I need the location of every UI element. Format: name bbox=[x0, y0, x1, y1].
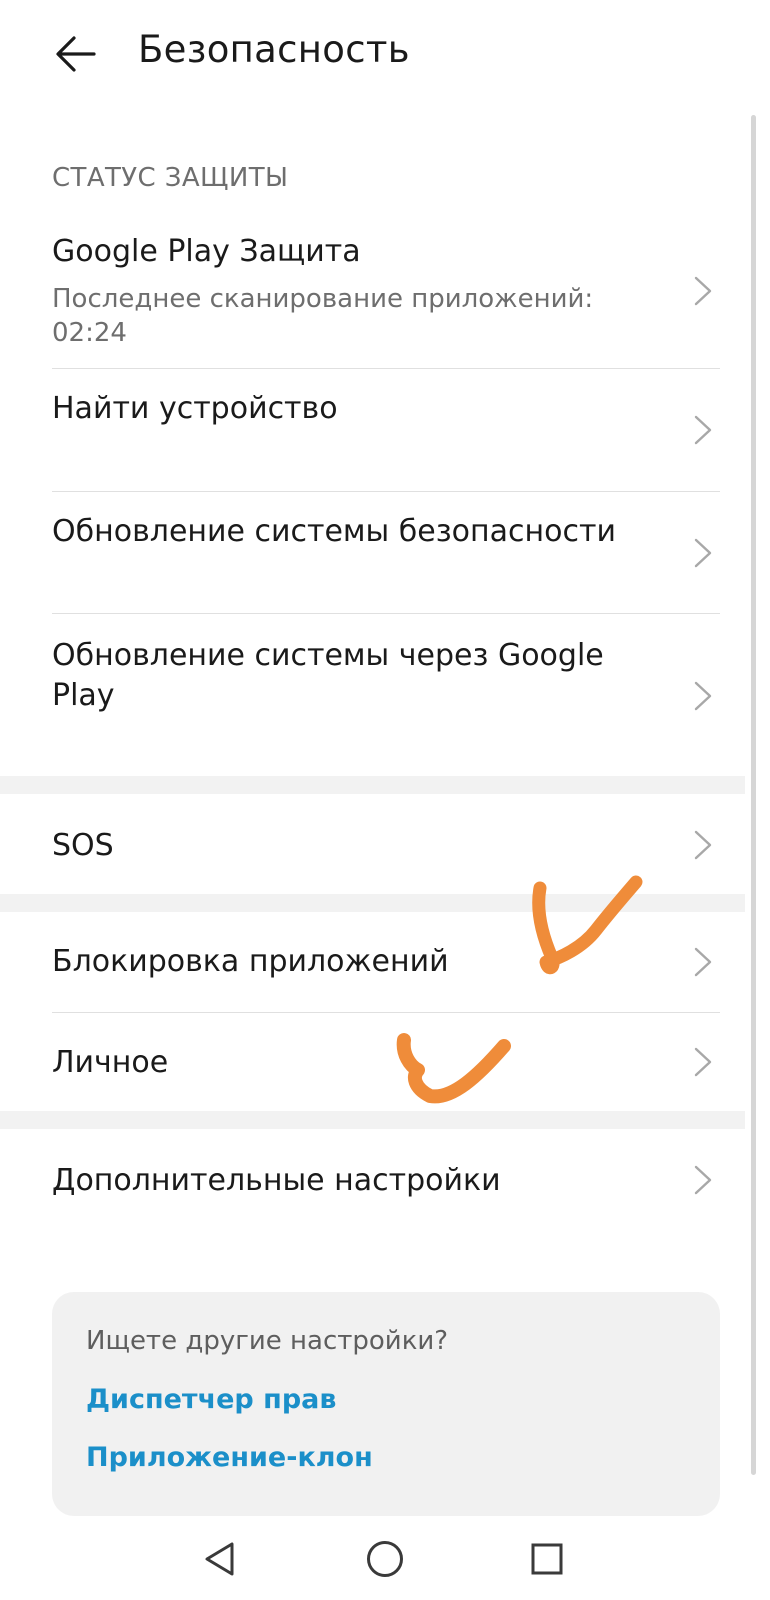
home-circle-icon bbox=[367, 1541, 403, 1577]
row-title: Личное bbox=[52, 1045, 169, 1080]
section-header-protection-status: СТАТУС ЗАЩИТЫ bbox=[52, 163, 289, 193]
row-private[interactable]: Личное bbox=[0, 1013, 745, 1111]
chevron-right-icon bbox=[694, 947, 712, 977]
back-button[interactable] bbox=[48, 26, 104, 82]
arrow-left-icon bbox=[56, 36, 96, 72]
section-gap bbox=[0, 894, 745, 912]
row-more-settings[interactable]: Дополнительные настройки bbox=[0, 1129, 745, 1233]
scrollbar[interactable] bbox=[751, 115, 756, 1475]
suggestion-card: Ищете другие настройки? Диспетчер прав П… bbox=[52, 1292, 720, 1516]
nav-home-button[interactable] bbox=[350, 1524, 420, 1594]
page-title: Безопасность bbox=[138, 28, 410, 71]
row-title: Найти устройство bbox=[52, 391, 338, 426]
chevron-right-icon bbox=[694, 681, 712, 711]
row-title: SOS bbox=[52, 828, 114, 863]
row-title: Обновление системы через Google bbox=[52, 638, 604, 673]
permission-manager-link[interactable]: Диспетчер прав bbox=[86, 1384, 336, 1415]
section-gap bbox=[0, 776, 745, 794]
row-app-lock[interactable]: Блокировка приложений bbox=[0, 912, 745, 1012]
row-find-device[interactable]: Найти устройство bbox=[0, 369, 745, 492]
row-google-play-system-update[interactable]: Обновление системы через Google Play bbox=[0, 614, 745, 776]
chevron-right-icon bbox=[694, 830, 712, 860]
app-twin-link[interactable]: Приложение-клон bbox=[86, 1442, 373, 1473]
chevron-right-icon bbox=[694, 415, 712, 445]
chevron-right-icon bbox=[694, 1165, 712, 1195]
nav-recents-button[interactable] bbox=[512, 1524, 582, 1594]
row-title-line2: Play bbox=[52, 678, 115, 713]
system-navigation-bar bbox=[0, 1524, 770, 1600]
suggestion-question: Ищете другие настройки? bbox=[86, 1326, 449, 1356]
chevron-right-icon bbox=[694, 1047, 712, 1077]
row-subtitle: Последнее сканирование приложений: bbox=[52, 284, 594, 314]
row-sos[interactable]: SOS bbox=[0, 794, 745, 894]
recents-square-icon bbox=[531, 1543, 563, 1575]
chevron-right-icon bbox=[694, 538, 712, 568]
nav-back-button[interactable] bbox=[186, 1524, 256, 1594]
app-header: Безопасность bbox=[0, 0, 770, 110]
row-title: Обновление системы безопасности bbox=[52, 514, 616, 549]
row-title: Дополнительные настройки bbox=[52, 1163, 501, 1198]
section-gap bbox=[0, 1111, 745, 1129]
row-google-play-protect[interactable]: Google Play Защита Последнее сканировани… bbox=[0, 222, 745, 368]
row-title: Блокировка приложений bbox=[52, 944, 449, 979]
row-title: Google Play Защита bbox=[52, 234, 361, 269]
back-triangle-icon bbox=[205, 1542, 234, 1576]
row-subtitle-time: 02:24 bbox=[52, 318, 127, 348]
chevron-right-icon bbox=[694, 276, 712, 306]
row-security-update[interactable]: Обновление системы безопасности bbox=[0, 492, 745, 614]
